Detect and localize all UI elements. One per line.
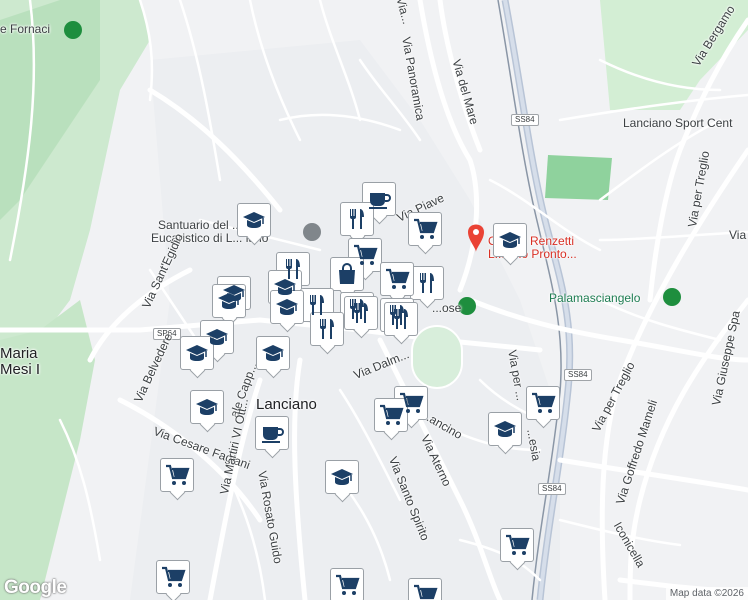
school-marker[interactable] [237,203,271,237]
label-via-rose: ...ose [432,301,462,315]
restaurant-icon [344,206,370,232]
restaurant-icon [414,270,440,296]
school-icon [492,416,518,442]
grocery-marker[interactable] [160,458,194,492]
restaurant-icon [388,306,414,332]
school-marker[interactable] [270,290,304,324]
grocery-icon [334,572,360,598]
restaurant-marker[interactable] [310,312,344,346]
restaurant-marker[interactable] [340,202,374,236]
grocery-marker[interactable] [330,568,364,600]
grocery-marker[interactable] [408,212,442,246]
grocery-icon [530,390,556,416]
school-marker[interactable] [256,336,290,370]
school-icon [241,207,267,233]
label-ss84-top: SS84 [511,114,539,126]
grocery-icon [384,266,410,292]
school-marker[interactable] [180,336,214,370]
cafe-marker[interactable] [255,416,289,450]
label-palamasciangelo: Palamasciangelo [549,291,641,305]
school-icon [274,294,300,320]
grocery-icon [412,216,438,242]
cafe-icon [259,420,285,446]
label-via-gi: Via Gi [729,228,748,242]
restaurant-marker[interactable] [410,266,444,300]
school-marker[interactable] [493,223,527,257]
google-logo: Google [4,577,67,598]
school-icon [184,340,210,366]
school-icon [329,464,355,490]
school-icon [260,340,286,366]
restaurant-icon [348,300,374,326]
restaurant-marker[interactable] [344,296,378,330]
grocery-icon [504,532,530,558]
label-fornaci: e Fornaci [0,22,51,36]
school-icon [497,227,523,253]
shopping-marker[interactable] [330,257,364,291]
grocery-marker[interactable] [408,578,442,600]
grocery-marker[interactable] [380,262,414,296]
label-lanciano: Lanciano [256,396,317,413]
restaurant-icon [304,292,330,318]
shopping-icon [334,261,360,287]
school-marker[interactable] [190,390,224,424]
grocery-marker[interactable] [374,398,408,432]
grocery-icon [164,462,190,488]
school-icon [216,288,242,314]
restaurant-icon [314,316,340,342]
school-marker[interactable] [212,284,246,318]
grocery-icon [378,402,404,428]
label-maria-mesi: Maria Mesi I [0,345,41,378]
grocery-icon [160,564,186,590]
school-marker[interactable] [488,412,522,446]
grocery-marker[interactable] [156,560,190,594]
label-ss84-bot: SS84 [538,483,566,495]
grocery-marker[interactable] [526,386,560,420]
label-ss84-mid: SS84 [564,369,592,381]
restaurant-marker[interactable] [384,302,418,336]
map-canvas[interactable]: e Fornaci Via... Via Panoramica Via del … [0,0,748,600]
grocery-marker[interactable] [500,528,534,562]
map-attribution[interactable]: Map data ©2026 [665,587,748,600]
school-icon [194,394,220,420]
label-lanciano-sport: Lanciano Sport Cent [623,116,733,130]
grocery-icon [412,582,438,600]
school-marker[interactable] [325,460,359,494]
